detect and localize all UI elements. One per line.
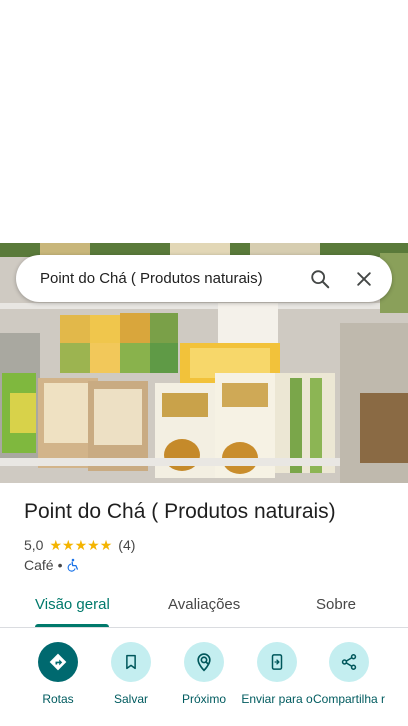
star-icon: ★ (99, 537, 113, 553)
search-bar[interactable]: Point do Chá ( Produtos naturais) (16, 255, 392, 302)
save-circle[interactable] (111, 642, 151, 682)
review-count[interactable]: (4) (118, 537, 135, 553)
star-icon: ★ (49, 537, 63, 553)
nearby-label: Próximo (181, 692, 226, 706)
tab-about[interactable]: Sobre (316, 596, 356, 613)
tab-bar: Visão geral Avaliações Sobre (0, 584, 408, 628)
share-label: Compartilha r (312, 692, 386, 706)
directions-circle[interactable] (38, 642, 78, 682)
wheelchair-icon (68, 558, 79, 572)
share-button[interactable]: Compartilha r (309, 642, 389, 706)
directions-button[interactable]: Rotas (18, 642, 98, 706)
action-buttons: Rotas Salvar Próximo Enviar para o Compa… (0, 640, 408, 726)
star-icon: ★ (62, 537, 75, 553)
active-tab-indicator (35, 624, 109, 627)
save-label: Salvar (113, 692, 148, 706)
nearby-circle[interactable] (184, 642, 224, 682)
nearby-icon (197, 653, 211, 672)
send-to-phone-icon (271, 654, 283, 670)
tab-reviews[interactable]: Avaliações (168, 596, 240, 613)
send-to-phone-label: Enviar para o (241, 692, 313, 706)
directions-label: Rotas (42, 692, 74, 706)
close-icon (357, 271, 371, 286)
rating-row[interactable]: 5,0 ★ ★ ★ ★ ★ (4) (24, 536, 135, 554)
share-circle[interactable] (329, 642, 369, 682)
directions-icon (49, 653, 67, 671)
send-to-phone-button[interactable]: Enviar para o (237, 642, 317, 706)
share-icon (341, 654, 357, 670)
rating-stars: ★ ★ ★ ★ ★ (49, 538, 112, 552)
send-to-phone-circle[interactable] (257, 642, 297, 682)
map-area[interactable] (0, 0, 408, 243)
save-button[interactable]: Salvar (91, 642, 171, 706)
rating-value: 5,0 (24, 537, 44, 553)
search-input[interactable]: Point do Chá ( Produtos naturais) (16, 270, 298, 287)
tab-overview[interactable]: Visão geral (35, 596, 110, 613)
bookmark-icon (126, 654, 136, 670)
nearby-button[interactable]: Próximo (164, 642, 244, 706)
category-row: Café • (24, 556, 80, 574)
place-title: Point do Chá ( Produtos naturais) (24, 500, 336, 523)
star-icon: ★ (87, 537, 100, 553)
search-button[interactable] (298, 257, 342, 301)
separator-dot: • (57, 557, 63, 573)
place-category: Café (24, 557, 54, 573)
star-icon: ★ (74, 537, 88, 553)
close-button[interactable] (342, 257, 386, 301)
search-icon (311, 269, 330, 288)
